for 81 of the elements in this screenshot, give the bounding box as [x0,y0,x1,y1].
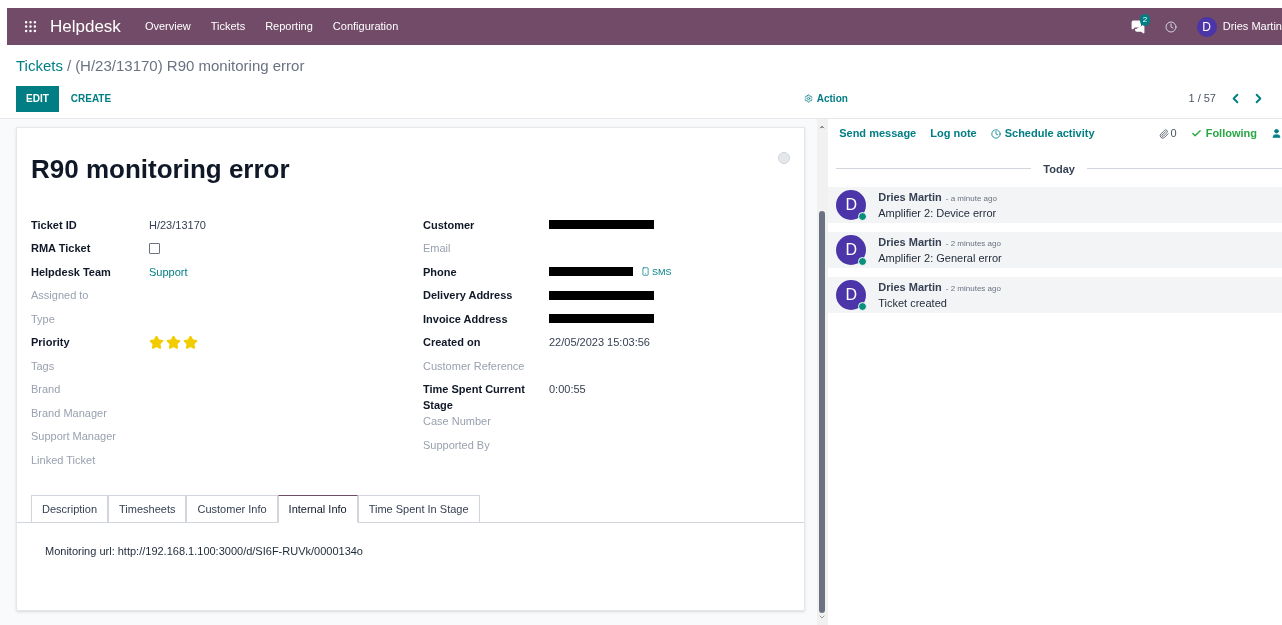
author-avatar: D [836,280,867,310]
breadcrumb-link[interactable]: Tickets [16,55,63,78]
field-label: Invoice Address [423,311,509,327]
field-label: Email [423,241,452,256]
field-label: Linked Ticket [31,452,97,468]
message-author: Dries Martin [878,234,942,250]
field-label: Customer [423,217,476,233]
star-icon[interactable] [149,334,164,350]
form-tab[interactable]: Internal Info [277,495,358,523]
gear-icon [803,94,813,103]
message-body: Amplifier 2: Device error [878,205,997,221]
nav-menu-item[interactable]: Tickets [210,18,246,35]
author-avatar: D [836,235,867,265]
messages-icon[interactable] [1130,19,1145,34]
team-link[interactable]: Support [149,263,188,280]
message-time: - 2 minutes ago [945,282,1001,295]
field-label: Helpdesk Team [31,264,112,280]
schedule-activity-button[interactable]: Schedule activity [990,125,1095,142]
followers-icon[interactable] [1271,128,1282,139]
field-label: Case Number [423,414,492,429]
message-author: Dries Martin [878,189,942,205]
field-value: 22/05/2023 15:03:56 [549,335,650,350]
nav-menu-item[interactable]: Configuration [332,18,399,35]
pager-value: 1 / 57 [1188,91,1216,107]
field-label: Type [31,311,56,327]
field-value: H/23/13170 [149,217,206,233]
action-menu-button[interactable]: Action [803,91,848,106]
checkmark-icon [1190,128,1202,139]
field-label: Ticket ID [31,217,78,233]
scrollbar-thumb[interactable] [819,210,826,613]
scroll-down-icon[interactable] [818,613,827,621]
apps-menu-icon[interactable] [23,19,38,34]
field-label: Support Manager [31,429,117,444]
field-label: Supported By [423,437,491,453]
breadcrumb-current: (H/23/13170) R90 monitoring error [75,56,305,76]
field-label: RMA Ticket [31,241,92,256]
nav-menu-item[interactable]: Reporting [265,18,313,35]
form-tab[interactable]: Timesheets [108,495,187,523]
field-label: Customer Reference [423,358,526,374]
field-label: Time Spent Current Stage [423,382,526,413]
rma-checkbox[interactable] [149,242,160,254]
message-body: Ticket created [878,295,948,311]
field-value: 0:00:55 [549,382,586,397]
app-title[interactable]: Helpdesk [50,13,121,40]
nav-menu-item[interactable]: Overview [144,18,191,35]
form-tab[interactable]: Time Spent In Stage [357,495,480,523]
form-tab[interactable]: Description [31,495,109,523]
messages-count-badge: 2 [1139,13,1151,26]
chatter-action-button[interactable]: Send message [839,125,917,142]
form-tab[interactable]: Customer Info [186,495,278,523]
message-body: Amplifier 2: General error [878,250,1002,266]
field-label: Tags [31,358,56,374]
chatter-action-button[interactable]: Log note [930,125,977,142]
phone-icon [641,267,650,276]
breadcrumb-separator: / [66,56,72,76]
field-label: Delivery Address [423,288,514,303]
author-avatar: D [836,190,867,220]
message-time: - a minute ago [945,192,997,205]
sms-link[interactable]: SMS [641,263,672,280]
edit-button[interactable]: EDIT [16,85,59,112]
field-label: Brand [31,382,62,397]
attachments-button[interactable]: 0 [1158,125,1177,142]
star-icon[interactable] [166,334,181,350]
create-button[interactable]: CREATE [58,85,124,112]
field-label: Assigned to [31,288,90,303]
date-divider-label: Today [1043,161,1075,177]
message-author: Dries Martin [878,279,942,295]
star-icon[interactable] [183,334,198,350]
field-label: Phone [423,264,458,280]
paperclip-icon [1158,128,1169,139]
ticket-title: R90 monitoring error [31,152,290,186]
clock-icon [990,128,1001,139]
user-avatar[interactable]: D [1196,16,1217,37]
field-label: Priority [31,335,71,350]
user-name[interactable]: Dries Martin [1222,18,1282,35]
field-label: Created on [423,335,482,350]
activity-clock-icon[interactable] [1164,20,1177,33]
internal-info-text: Monitoring url: http://192.168.1.100:3000/d/SI6F-RUVk/0000134o [44,544,364,559]
priority-stars[interactable] [149,334,198,350]
field-label: Brand Manager [31,405,108,421]
message-time: - 2 minutes ago [945,237,1001,250]
